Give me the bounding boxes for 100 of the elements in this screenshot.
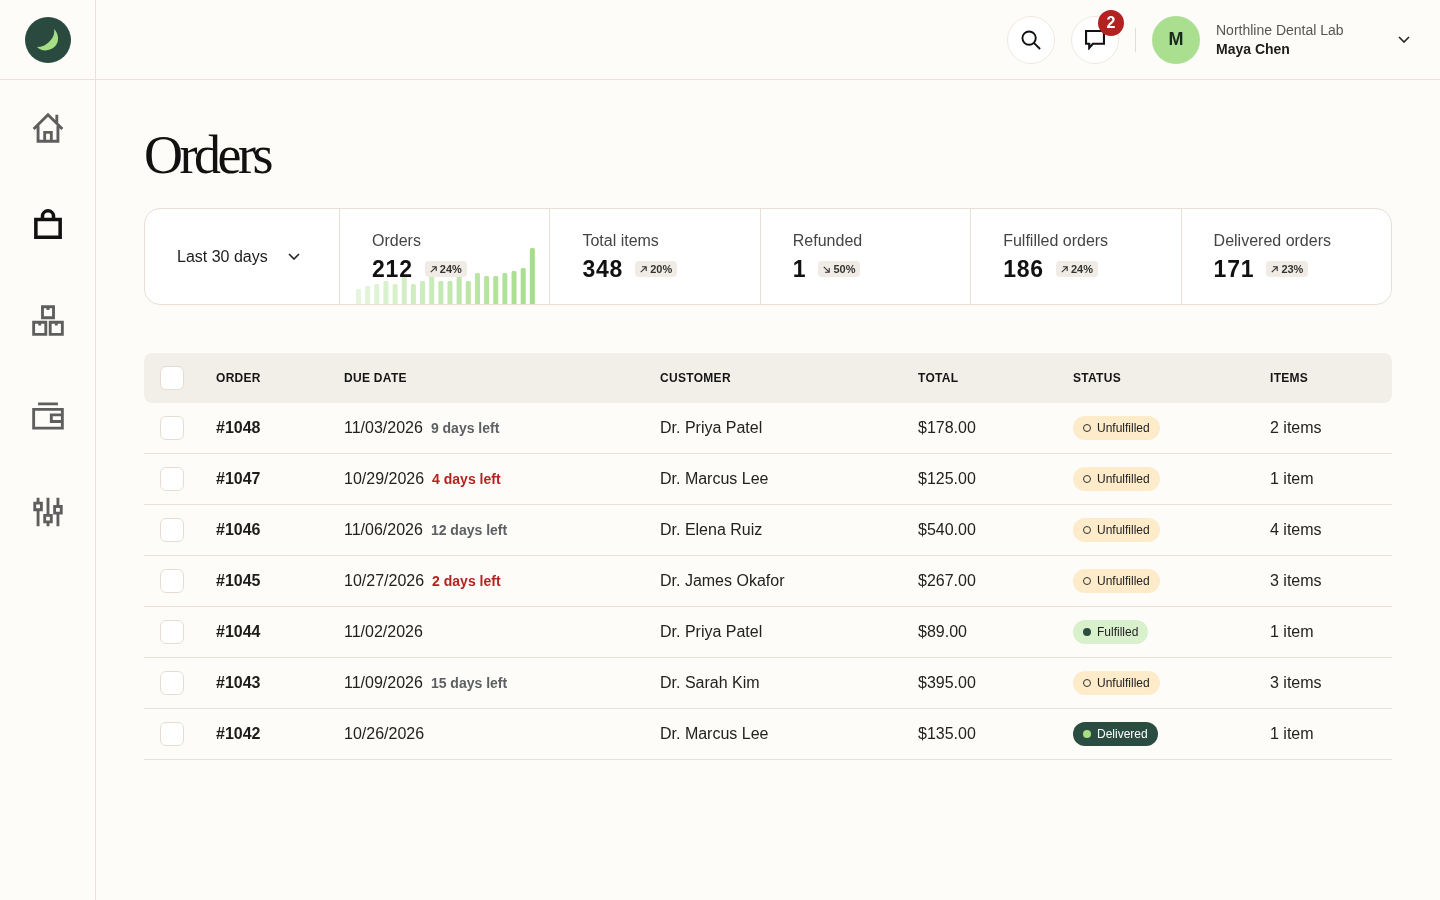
metric-value: 212 <box>372 255 413 283</box>
arrow-up-right-icon <box>1271 265 1279 273</box>
customer-name: Dr. Sarah Kim <box>660 674 760 692</box>
metric-label: Delivered orders <box>1213 231 1331 251</box>
order-total: $125.00 <box>918 470 976 488</box>
checkbox[interactable] <box>160 671 184 695</box>
status-label: Unfulfilled <box>1097 523 1150 537</box>
days-left: 4 days left <box>432 471 501 487</box>
chevron-down-icon <box>1398 36 1410 43</box>
days-left: 2 days left <box>432 573 501 589</box>
due-date: 11/03/2026 <box>344 419 423 437</box>
checkbox[interactable] <box>160 467 184 491</box>
order-number[interactable]: #1042 <box>216 725 261 743</box>
item-count: 3 items <box>1270 674 1322 692</box>
order-total: $89.00 <box>918 623 967 641</box>
metric-value: 186 <box>1003 255 1044 283</box>
days-left: 15 days left <box>430 675 508 691</box>
change-percent: 23% <box>1281 263 1304 275</box>
home-icon <box>31 112 64 144</box>
status-label: Delivered <box>1097 727 1148 741</box>
arrow-up-right-icon <box>1060 265 1068 273</box>
customer-name: Dr. James Okafor <box>660 572 785 590</box>
customer-name: Dr. Priya Patel <box>660 623 763 641</box>
metric-value: 1 <box>792 255 807 283</box>
status-dot-icon <box>1083 730 1091 738</box>
column-header: ITEMS <box>1270 371 1309 385</box>
chevron-down-icon <box>287 253 300 260</box>
arrow-up-right-icon <box>429 265 437 273</box>
column-header: CUSTOMER <box>660 371 731 385</box>
order-number[interactable]: #1044 <box>216 623 261 641</box>
status-label: Unfulfilled <box>1097 574 1150 588</box>
search-icon <box>1021 29 1041 50</box>
due-date: 10/29/2026 <box>344 470 425 488</box>
status-label: Unfulfilled <box>1097 421 1150 435</box>
customer-name: Dr. Elena Ruiz <box>660 521 763 539</box>
sliders-icon <box>31 496 64 528</box>
metric-label: Orders <box>372 231 421 251</box>
metric-label: Fulfilled orders <box>1003 231 1109 251</box>
wallet-icon <box>31 400 64 432</box>
checkbox[interactable] <box>160 722 184 746</box>
item-count: 2 items <box>1270 419 1322 437</box>
avatar: M <box>1152 15 1200 64</box>
page-title: Orders <box>144 128 270 182</box>
order-total: $395.00 <box>918 674 976 692</box>
arrow-down-right-icon <box>823 265 831 273</box>
checkbox[interactable] <box>160 569 184 593</box>
item-count: 1 item <box>1270 725 1314 743</box>
order-number[interactable]: #1048 <box>216 419 261 437</box>
logo-icon[interactable] <box>24 16 71 63</box>
order-number[interactable]: #1047 <box>216 470 261 488</box>
order-number[interactable]: #1046 <box>216 521 261 539</box>
shopping-bag-icon <box>31 208 64 240</box>
status-label: Unfulfilled <box>1097 676 1150 690</box>
checkbox[interactable] <box>160 620 184 644</box>
chat-bubble-icon <box>1085 29 1105 50</box>
item-count: 4 items <box>1270 521 1322 539</box>
change-percent: 20% <box>650 263 673 275</box>
column-header: STATUS <box>1073 371 1122 385</box>
customer-name: Dr. Marcus Lee <box>660 725 769 743</box>
due-date: 10/27/2026 <box>344 572 425 590</box>
column-header: DUE DATE <box>344 371 407 385</box>
change-percent: 24% <box>1070 263 1093 275</box>
change-percent: 24% <box>439 263 462 275</box>
due-date: 11/09/2026 <box>344 674 423 692</box>
days-left: 12 days left <box>430 522 508 538</box>
status-label: Fulfilled <box>1097 625 1139 639</box>
metric-value: 171 <box>1213 255 1255 283</box>
period-dropdown[interactable]: Last 30 days <box>177 247 300 266</box>
order-total: $178.00 <box>918 419 976 437</box>
account-menu-button[interactable] <box>1398 36 1410 43</box>
order-number[interactable]: #1043 <box>216 674 261 692</box>
metric-label: Refunded <box>792 231 863 251</box>
change-percent: 50% <box>833 263 856 275</box>
metric-label: Total items <box>582 231 659 251</box>
days-left: 9 days left <box>430 420 500 436</box>
item-count: 3 items <box>1270 572 1322 590</box>
metric-value: 348 <box>582 255 624 283</box>
due-date: 10/26/2026 <box>344 725 425 743</box>
order-total: $540.00 <box>918 521 976 539</box>
notification-count: 2 <box>1098 9 1124 36</box>
boxes-icon <box>31 304 64 336</box>
organization-name: Northline Dental Lab <box>1216 21 1344 39</box>
item-count: 1 item <box>1270 623 1314 641</box>
checkbox[interactable] <box>160 518 184 542</box>
status-dot-icon <box>1083 628 1091 636</box>
order-number[interactable]: #1045 <box>216 572 261 590</box>
customer-name: Dr. Marcus Lee <box>660 470 769 488</box>
order-total: $135.00 <box>918 725 976 743</box>
arrow-up-right-icon <box>640 265 648 273</box>
due-date: 11/06/2026 <box>344 521 423 539</box>
checkbox[interactable] <box>160 366 184 390</box>
user-name: Maya Chen <box>1216 40 1290 58</box>
column-header: ORDER <box>216 371 261 385</box>
order-total: $267.00 <box>918 572 976 590</box>
status-label: Unfulfilled <box>1097 472 1150 486</box>
due-date: 11/02/2026 <box>344 623 423 641</box>
search-button[interactable] <box>1007 15 1055 64</box>
column-header: TOTAL <box>918 371 959 385</box>
checkbox[interactable] <box>160 416 184 440</box>
item-count: 1 item <box>1270 470 1314 488</box>
